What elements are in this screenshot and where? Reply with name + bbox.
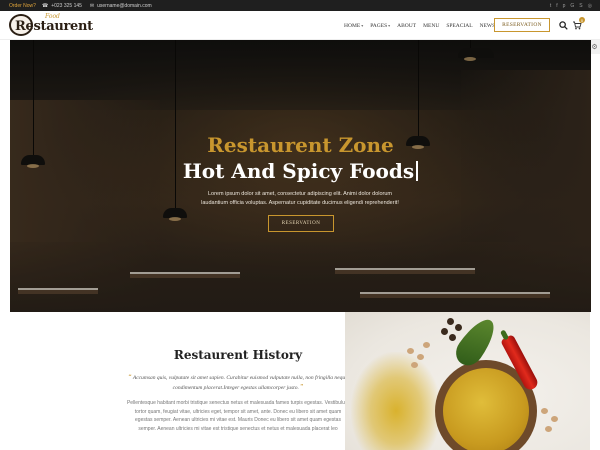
nav-item-menu[interactable]: MENU	[423, 23, 439, 29]
phone-icon: ☎	[41, 2, 49, 9]
chevron-down-icon: ▾	[388, 22, 391, 28]
header-reservation-button[interactable]: RESERVATION	[494, 18, 550, 32]
skype-icon[interactable]: S	[579, 3, 582, 9]
turmeric-powder	[443, 368, 529, 450]
history-title: Restaurent History	[173, 348, 303, 362]
typing-cursor	[416, 161, 419, 181]
spice-powder-pile	[351, 352, 441, 450]
quote-open-icon: “	[128, 373, 132, 381]
peppercorn	[449, 334, 456, 341]
google-icon[interactable]: G	[570, 3, 574, 9]
phone-number: +023 325 145	[51, 2, 82, 9]
spices-image	[345, 312, 590, 450]
logo-word: Restaurent	[15, 19, 93, 34]
history-quote: “ Accumsan quis, vulputate sit amet sapi…	[126, 373, 350, 393]
hero-banner: Restaurent Zone Hot And Spicy Foods Lore…	[10, 40, 591, 312]
nav-item-news[interactable]: NEWS	[480, 23, 496, 29]
site-header: Food Restaurent HOME▾ PAGES▾ ABOUT MENU …	[0, 11, 600, 40]
email-contact[interactable]: ✉ username@domain.com	[90, 3, 152, 9]
search-icon[interactable]	[559, 21, 568, 30]
coriander-seed	[417, 354, 424, 360]
facebook-icon[interactable]: f	[556, 3, 557, 9]
history-section: Restaurent History “ Accumsan quis, vulp…	[0, 312, 600, 450]
nav-label: HOME	[344, 22, 361, 29]
main-nav: HOME▾ PAGES▾ ABOUT MENU SPEACIAL NEWS	[344, 11, 495, 40]
hero-title-line2: Hot And Spicy Foods	[10, 159, 591, 183]
pinterest-icon[interactable]: p	[563, 3, 566, 9]
hero-title-text: Hot And Spicy Foods	[182, 159, 415, 183]
nav-item-speacial[interactable]: SPEACIAL	[446, 23, 472, 29]
hero-title-line1: Restaurent Zone	[207, 133, 394, 157]
twitter-icon[interactable]: t	[550, 3, 551, 9]
coriander-seed	[407, 348, 414, 354]
coriander-seed	[541, 408, 548, 414]
peppercorn	[441, 328, 448, 335]
peppercorn	[447, 318, 454, 325]
coriander-seed	[545, 426, 552, 432]
cart-count-badge: 0	[579, 17, 585, 23]
instagram-icon[interactable]: ◎	[588, 3, 592, 9]
quote-close-icon: ”	[300, 383, 304, 391]
hero-reservation-button[interactable]: RESERVATION	[268, 215, 334, 232]
order-now-label: Order Now?	[9, 2, 36, 9]
coriander-seed	[411, 362, 418, 368]
site-logo[interactable]: Food Restaurent	[9, 13, 93, 37]
mail-icon: ✉	[89, 2, 95, 9]
coriander-seed	[423, 342, 430, 348]
email-address: username@domain.com	[97, 2, 152, 9]
chevron-down-icon: ▾	[361, 22, 364, 28]
hero-description: Lorem ipsum dolor sit amet, consectetur …	[201, 191, 399, 206]
social-links: t f p G S ◎	[550, 0, 592, 11]
peppercorn	[455, 324, 462, 331]
history-quote-text: Accumsan quis, vulputate sit amet sapien…	[132, 375, 348, 391]
nav-item-about[interactable]: ABOUT	[397, 23, 416, 29]
phone-contact[interactable]: ☎ +023 325 145	[42, 3, 82, 9]
nav-item-home[interactable]: HOME▾	[344, 23, 363, 29]
history-body: Pellentesque habitant morbi tristique se…	[126, 400, 350, 432]
top-bar: Order Now? ☎ +023 325 145 ✉ username@dom…	[0, 0, 600, 11]
nav-item-pages[interactable]: PAGES▾	[370, 23, 390, 29]
nav-label: PAGES	[370, 22, 388, 29]
coriander-seed	[551, 416, 558, 422]
